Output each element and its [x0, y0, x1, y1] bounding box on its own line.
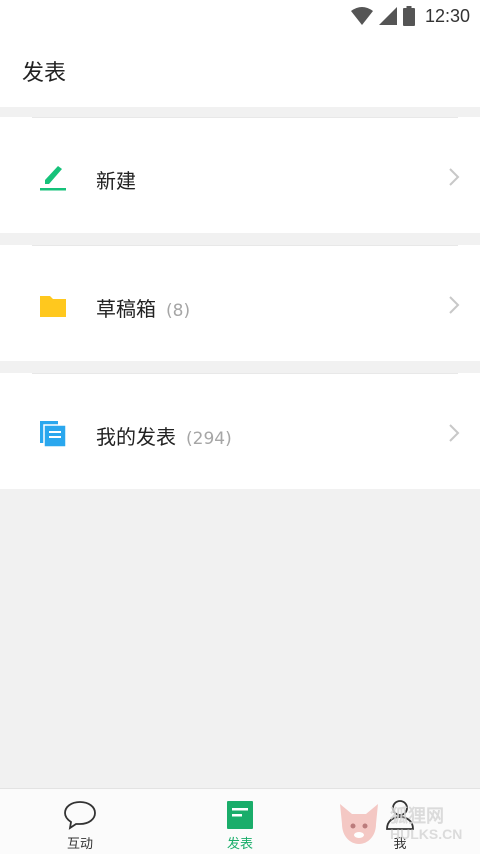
page-title: 发表: [22, 61, 67, 86]
chevron-right-icon: [449, 424, 460, 442]
battery-icon: [402, 6, 415, 26]
cellular-signal-icon: [378, 7, 397, 25]
row-label: 新建: [96, 169, 136, 193]
status-bar: 12:30: [0, 0, 480, 33]
page-header: 发表: [0, 33, 480, 107]
status-icons: 12:30: [350, 5, 470, 27]
wifi-icon: [350, 7, 373, 25]
tab-label: 发表: [226, 837, 253, 852]
watermark: 狐狸网 HULKS.CN: [334, 800, 474, 850]
list-item-my-posts[interactable]: 我的发表 (294): [0, 373, 480, 489]
documents-icon: [40, 421, 66, 447]
document-icon: [227, 801, 253, 829]
list-item-drafts[interactable]: 草稿箱 (8): [0, 245, 480, 361]
row-count: (294): [186, 429, 232, 449]
row-count: (8): [166, 301, 191, 321]
divider: [32, 373, 458, 374]
row-label-group: 草稿箱 (8): [96, 293, 190, 322]
tab-publish[interactable]: 发表: [160, 789, 320, 854]
list-item-new-post[interactable]: 新建: [0, 117, 480, 233]
divider: [32, 245, 458, 246]
tab-interaction[interactable]: 互动: [0, 789, 160, 854]
chevron-right-icon: [449, 296, 460, 314]
fox-logo-icon: [340, 804, 378, 844]
folder-icon: [40, 296, 66, 317]
pen-icon: [40, 166, 66, 191]
chevron-right-icon: [449, 168, 460, 186]
watermark-text-cn: 狐狸网: [390, 806, 444, 827]
row-label-group: 我的发表 (294): [96, 421, 232, 450]
row-label-group: 新建: [96, 165, 146, 194]
row-label: 我的发表: [96, 425, 176, 449]
watermark-text-en: HULKS.CN: [390, 826, 463, 842]
row-label: 草稿箱: [96, 297, 156, 321]
tab-label: 互动: [66, 837, 93, 852]
chat-bubble-icon: [64, 801, 96, 830]
divider: [32, 117, 458, 118]
status-time: 12:30: [424, 5, 470, 26]
